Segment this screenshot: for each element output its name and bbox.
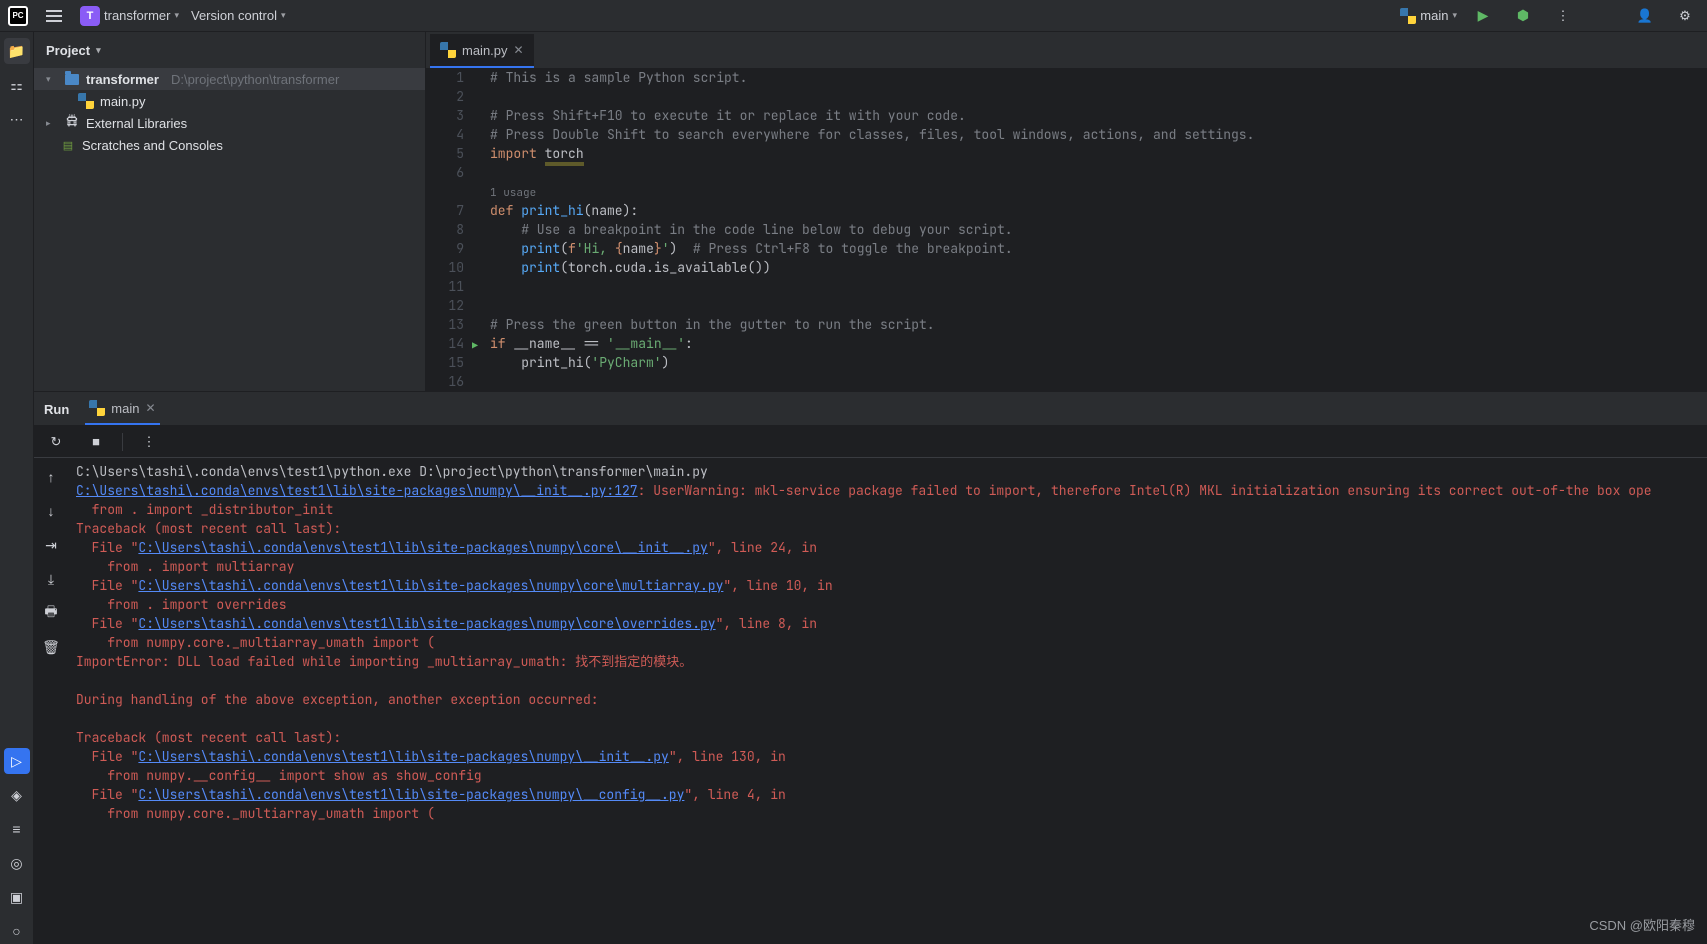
print-button[interactable]: 🖶	[38, 600, 64, 626]
clear-button[interactable]: 🗑	[38, 634, 64, 660]
python-packages-button[interactable]: ◎	[4, 850, 30, 876]
run-side-rail: ↑ ↓ ⇥ ⤓ 🖶 🗑	[34, 458, 68, 944]
project-badge-icon: T	[80, 6, 100, 26]
python-icon	[89, 400, 105, 416]
project-selector[interactable]: T transformer ▾	[80, 6, 179, 26]
rerun-button[interactable]: ↻	[42, 428, 70, 456]
tree-file-main[interactable]: main.py	[34, 90, 425, 112]
vcs-dropdown[interactable]: Version control ▾	[191, 8, 286, 23]
main-menu-button[interactable]	[40, 2, 68, 30]
step-up-button[interactable]: ↑	[38, 464, 64, 490]
editor-tab-main[interactable]: main.py ✕	[430, 34, 534, 68]
app-logo-icon: PC	[8, 6, 28, 26]
chevron-down-icon: ▾	[174, 10, 179, 21]
run-panel-label: Run	[44, 393, 69, 425]
watermark: CSDN @欧阳秦穆	[1589, 915, 1695, 934]
chevron-down-icon: ▾	[281, 10, 286, 21]
python-icon	[78, 93, 94, 109]
run-config-selector[interactable]: main ▾	[1400, 8, 1457, 24]
soft-wrap-button[interactable]: ⇥	[38, 532, 64, 558]
tree-item-label: External Libraries	[86, 116, 187, 131]
debug-button[interactable]: ⬢	[1509, 2, 1537, 30]
more-actions-button[interactable]: ⋮	[1549, 2, 1577, 30]
scroll-to-end-button[interactable]: ⤓	[38, 566, 64, 592]
editor-area: main.py ✕ 1234567891011121314▶1516 # Thi…	[426, 32, 1707, 391]
python-icon	[440, 42, 456, 58]
close-run-tab-button[interactable]: ✕	[145, 401, 155, 415]
project-panel-header[interactable]: Project ▾	[34, 32, 425, 68]
tree-item-path: D:\project\python\transformer	[171, 72, 339, 87]
run-tab-label: main	[111, 401, 139, 416]
run-config-label: main	[1420, 8, 1448, 23]
scratch-icon: ▤	[60, 139, 76, 152]
services-tool-button[interactable]: ≡	[4, 816, 30, 842]
run-button[interactable]: ▶	[1469, 2, 1497, 30]
problems-tool-button[interactable]: ○	[4, 918, 30, 944]
structure-tool-button[interactable]: ⚏	[4, 72, 30, 98]
tool-window-rail: 📁 ⚏ ⋯ ▷ ◈ ≡ ◎ ▣ ○	[0, 32, 34, 944]
folder-icon	[65, 74, 79, 85]
terminal-tool-button[interactable]: ▣	[4, 884, 30, 910]
vcs-label: Version control	[191, 8, 277, 23]
editor-tabs: main.py ✕	[426, 32, 1707, 68]
ide-settings-button[interactable]: ⚙	[1671, 2, 1699, 30]
chevron-down-icon: ▾	[96, 45, 101, 56]
project-name-label: transformer	[104, 8, 170, 23]
tree-external-libraries[interactable]: ▸ 🛱 External Libraries	[34, 112, 425, 134]
expand-arrow-icon[interactable]: ▾	[46, 74, 58, 85]
project-panel-title: Project	[46, 43, 90, 58]
project-panel: Project ▾ ▾ transformer D:\project\pytho…	[34, 32, 426, 391]
expand-arrow-icon[interactable]: ▸	[46, 118, 58, 129]
chevron-down-icon: ▾	[1452, 10, 1457, 21]
tree-root-folder[interactable]: ▾ transformer D:\project\python\transfor…	[34, 68, 425, 90]
tree-item-label: Scratches and Consoles	[82, 138, 223, 153]
account-button[interactable]: 👤	[1631, 2, 1659, 30]
project-tool-button[interactable]: 📁	[4, 38, 30, 64]
console-output[interactable]: C:\Users\tashi\.conda\envs\test1\python.…	[68, 458, 1707, 944]
more-tools-button[interactable]: ⋯	[4, 106, 30, 132]
run-more-button[interactable]: ⋮	[135, 428, 163, 456]
tab-label: main.py	[462, 43, 508, 58]
run-tab-main[interactable]: main ✕	[85, 393, 159, 425]
stop-button[interactable]: ■	[82, 428, 110, 456]
top-bar: PC T transformer ▾ Version control ▾ mai…	[0, 0, 1707, 32]
code-editor[interactable]: 1234567891011121314▶1516 # This is a sam…	[426, 68, 1707, 391]
run-panel: Run main ✕ ↻ ■ ⋮ ↑ ↓ ⇥ ⤓ 🖶	[34, 392, 1707, 944]
library-icon: 🛱	[64, 113, 80, 134]
step-down-button[interactable]: ↓	[38, 498, 64, 524]
project-tree[interactable]: ▾ transformer D:\project\python\transfor…	[34, 68, 425, 391]
tree-scratches[interactable]: ▤ Scratches and Consoles	[34, 134, 425, 156]
python-icon	[1400, 8, 1416, 24]
run-tool-button[interactable]: ▷	[4, 748, 30, 774]
tree-item-label: main.py	[100, 94, 146, 109]
close-tab-button[interactable]: ✕	[514, 43, 524, 57]
python-console-button[interactable]: ◈	[4, 782, 30, 808]
tree-item-label: transformer	[86, 72, 159, 87]
run-toolbar: ↻ ■ ⋮	[34, 426, 1707, 458]
